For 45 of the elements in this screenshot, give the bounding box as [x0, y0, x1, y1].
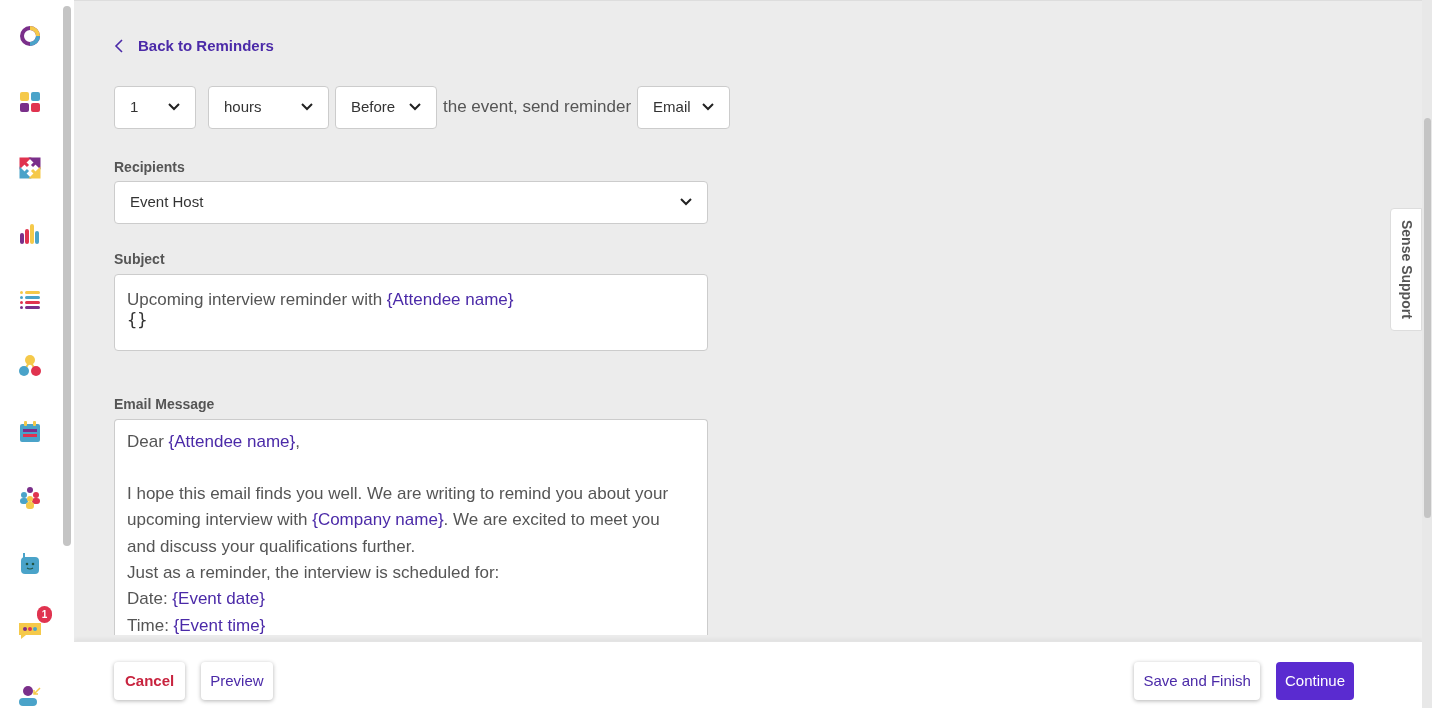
- message-line: Dear {Attendee name},: [127, 430, 300, 453]
- support-tab[interactable]: Sense Support: [1390, 208, 1422, 331]
- nodes-icon[interactable]: [18, 354, 42, 378]
- arrows-icon[interactable]: [18, 156, 42, 180]
- unit-dropdown[interactable]: hours: [208, 85, 329, 129]
- email-message-field[interactable]: [114, 418, 708, 635]
- robot-icon[interactable]: [18, 552, 42, 576]
- scrollbar[interactable]: [1423, 118, 1431, 518]
- channel-dropdown[interactable]: Email: [637, 85, 731, 129]
- message-line: Date: {Event date}: [127, 588, 265, 611]
- cursor-hint: {}: [127, 312, 148, 329]
- message-line: upcoming interview with {Company name}. We are excited to meet you: [127, 509, 660, 532]
- people-icon[interactable]: [18, 486, 42, 510]
- timing-text: the event, send reminder: [443, 96, 632, 119]
- scrollbar[interactable]: [63, 6, 71, 546]
- cancel-button[interactable]: Cancel: [114, 662, 186, 700]
- tiles-icon[interactable]: [18, 90, 42, 114]
- preview-button[interactable]: Preview: [201, 662, 273, 700]
- message-line: Time: {Event time}: [127, 614, 266, 635]
- recipients-label: Recipients: [114, 157, 185, 177]
- back-link[interactable]: Back to Reminders: [114, 35, 274, 58]
- person-icon[interactable]: [18, 684, 42, 708]
- recipients-dropdown[interactable]: Event Host: [114, 180, 708, 224]
- list-icon[interactable]: [18, 288, 42, 312]
- message-line: I hope this email finds you well. We are writing to remind you about your: [127, 483, 669, 506]
- chevron-down-icon: [168, 103, 180, 111]
- subject-label: Subject: [114, 249, 165, 269]
- continue-button[interactable]: Continue: [1275, 662, 1354, 700]
- chevron-down-icon: [702, 103, 715, 111]
- chevron-down-icon: [409, 103, 421, 111]
- bar-chart-icon[interactable]: [18, 222, 42, 246]
- subject-field[interactable]: Upcoming interview reminder with {Attendee name} {}: [114, 273, 708, 351]
- save-and-finish-button[interactable]: Save and Finish: [1134, 662, 1260, 700]
- message-line: Just as a reminder, the interview is scheduled for:: [127, 562, 500, 584]
- message-line: and discuss your qualifications further.: [127, 535, 416, 558]
- chevron-down-icon: [680, 198, 692, 206]
- relation-dropdown[interactable]: Before: [335, 85, 437, 129]
- chevron-down-icon: [301, 103, 313, 111]
- notification-badge: 1: [37, 606, 52, 623]
- donut-chart-icon[interactable]: [18, 24, 42, 48]
- chevron-left-icon: [114, 38, 124, 55]
- email-message-label: Email Message: [114, 394, 215, 414]
- calendar-icon[interactable]: [18, 420, 42, 444]
- amount-dropdown[interactable]: 1: [114, 85, 196, 129]
- subject-text: Upcoming interview reminder with {Attendee name}: [127, 288, 514, 311]
